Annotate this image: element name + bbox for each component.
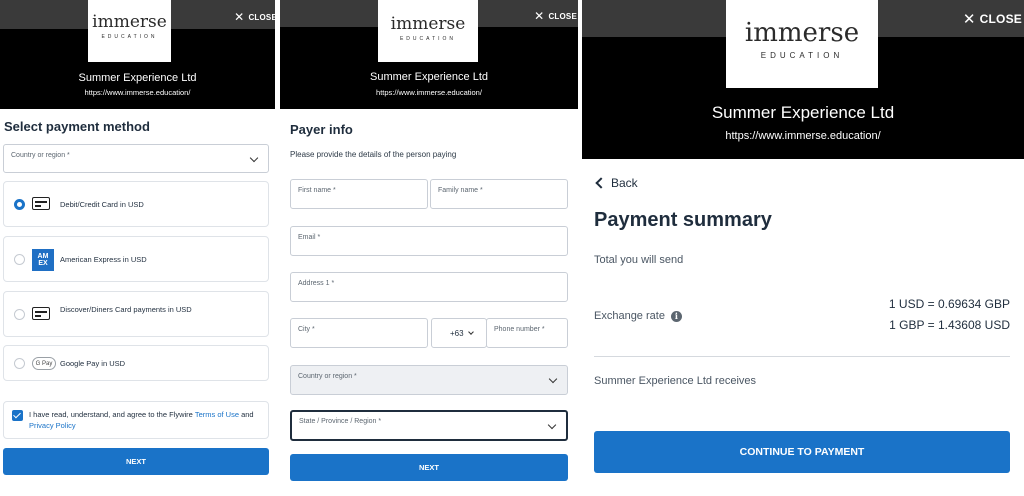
close-label: CLOSE	[248, 12, 275, 22]
payer-info-panel: ✕ CLOSE Summer Experience Ltd https://ww…	[280, 0, 578, 496]
merchant-receives-label: Summer Experience Ltd receives	[594, 375, 757, 387]
state-province-region-select[interactable]: State / Province / Region *	[290, 410, 568, 441]
radio-button[interactable]	[14, 358, 25, 369]
page-title: Select payment method	[4, 119, 150, 134]
terms-agreement: I have read, understand, and agree to th…	[3, 401, 269, 439]
payment-method-body: Select payment method Country or region …	[0, 109, 275, 496]
payment-option-debit-credit[interactable]: Debit/Credit Card in USD	[3, 181, 269, 227]
merchant-name: Summer Experience Ltd	[711, 103, 895, 122]
payment-option-amex[interactable]: AM EX American Express in USD	[3, 236, 269, 282]
merchant-url: https://www.immerse.education/	[84, 88, 191, 97]
google-pay-icon: G Pay	[32, 357, 56, 370]
terms-text: I have read, understand, and agree to th…	[29, 410, 254, 430]
continue-to-payment-button[interactable]: CONTINUE TO PAYMENT	[594, 431, 1010, 473]
privacy-policy-link[interactable]: Privacy Policy	[29, 421, 76, 430]
exchange-rate-label: Exchange rate i	[594, 310, 682, 322]
amex-icon: AM EX	[32, 249, 54, 271]
page-title: Payer info	[290, 122, 353, 137]
phone-code-select[interactable]: +63	[431, 318, 487, 348]
chevron-down-icon	[249, 153, 259, 163]
country-select[interactable]: Country or region *	[3, 144, 269, 173]
divider	[594, 356, 1010, 357]
payer-info-body: Payer info Please provide the details of…	[280, 109, 578, 496]
country-select[interactable]: Country or region *	[290, 365, 568, 395]
merchant-name: Summer Experience Ltd	[370, 71, 488, 83]
info-icon[interactable]: i	[670, 310, 682, 322]
chevron-left-icon	[595, 177, 607, 189]
close-button[interactable]: ✕ CLOSE	[963, 10, 1022, 28]
family-name-field[interactable]: Family name *	[430, 179, 568, 209]
payment-summary-panel: ✕ CLOSE Summer Experience Ltd https://ww…	[582, 0, 1024, 496]
close-label: CLOSE	[979, 12, 1022, 26]
close-icon: ✕	[234, 10, 245, 24]
close-icon: ✕	[962, 11, 976, 28]
radio-button[interactable]	[14, 254, 25, 265]
radio-button[interactable]	[14, 309, 25, 320]
first-name-field[interactable]: First name *	[290, 179, 428, 209]
terms-checkbox[interactable]	[12, 410, 23, 421]
back-link[interactable]: Back	[594, 176, 638, 190]
close-icon: ✕	[534, 9, 545, 23]
address-field[interactable]: Address 1 *	[290, 272, 568, 302]
payment-option-label: Discover/Diners Card payments in USD	[60, 305, 192, 314]
phone-number-field[interactable]: Phone number *	[486, 318, 568, 348]
page-subtitle: Please provide the details of the person…	[290, 150, 457, 159]
merchant-url: https://www.immerse.education/	[376, 88, 482, 97]
chevron-down-icon	[548, 374, 558, 384]
total-you-will-send-label: Total you will send	[594, 254, 684, 266]
city-field[interactable]: City *	[290, 318, 428, 348]
email-field[interactable]: Email *	[290, 226, 568, 256]
close-button[interactable]: ✕ CLOSE	[534, 9, 577, 23]
payment-option-label: Debit/Credit Card in USD	[60, 200, 144, 209]
immerse-logo: immerse EDUCATION	[378, 0, 478, 62]
merchant-url: https://www.immerse.education/	[725, 130, 881, 142]
terms-of-use-link[interactable]: Terms of Use	[195, 410, 239, 419]
credit-card-icon	[32, 197, 50, 210]
payment-method-panel: ✕ CLOSE Summer Experience Ltd https://ww…	[0, 0, 275, 496]
payment-option-label: American Express in USD	[60, 255, 147, 264]
next-button[interactable]: NEXT	[290, 454, 568, 481]
exchange-rate-usd-gbp: 1 USD = 0.69634 GBP	[888, 297, 1010, 311]
exchange-rate-gbp-usd: 1 GBP = 1.43608 USD	[889, 318, 1010, 332]
merchant-name: Summer Experience Ltd	[78, 72, 197, 84]
payment-option-discover-diners[interactable]: Discover/Diners Card payments in USD	[3, 291, 269, 337]
payment-option-google-pay[interactable]: G Pay Google Pay in USD	[3, 345, 269, 381]
page-title: Payment summary	[594, 209, 772, 231]
immerse-logo: immerse EDUCATION	[726, 0, 878, 88]
credit-card-icon	[32, 307, 50, 320]
payment-summary-body: Back Payment summary Total you will send…	[582, 159, 1024, 496]
payment-option-label: Google Pay in USD	[60, 359, 126, 368]
immerse-logo: immerse EDUCATION	[88, 0, 171, 62]
radio-button[interactable]	[14, 199, 25, 210]
chevron-down-icon	[547, 420, 557, 430]
close-button[interactable]: ✕ CLOSE	[234, 10, 275, 24]
next-button[interactable]: NEXT	[3, 448, 269, 475]
close-label: CLOSE	[548, 11, 577, 21]
chevron-down-icon	[468, 329, 474, 335]
